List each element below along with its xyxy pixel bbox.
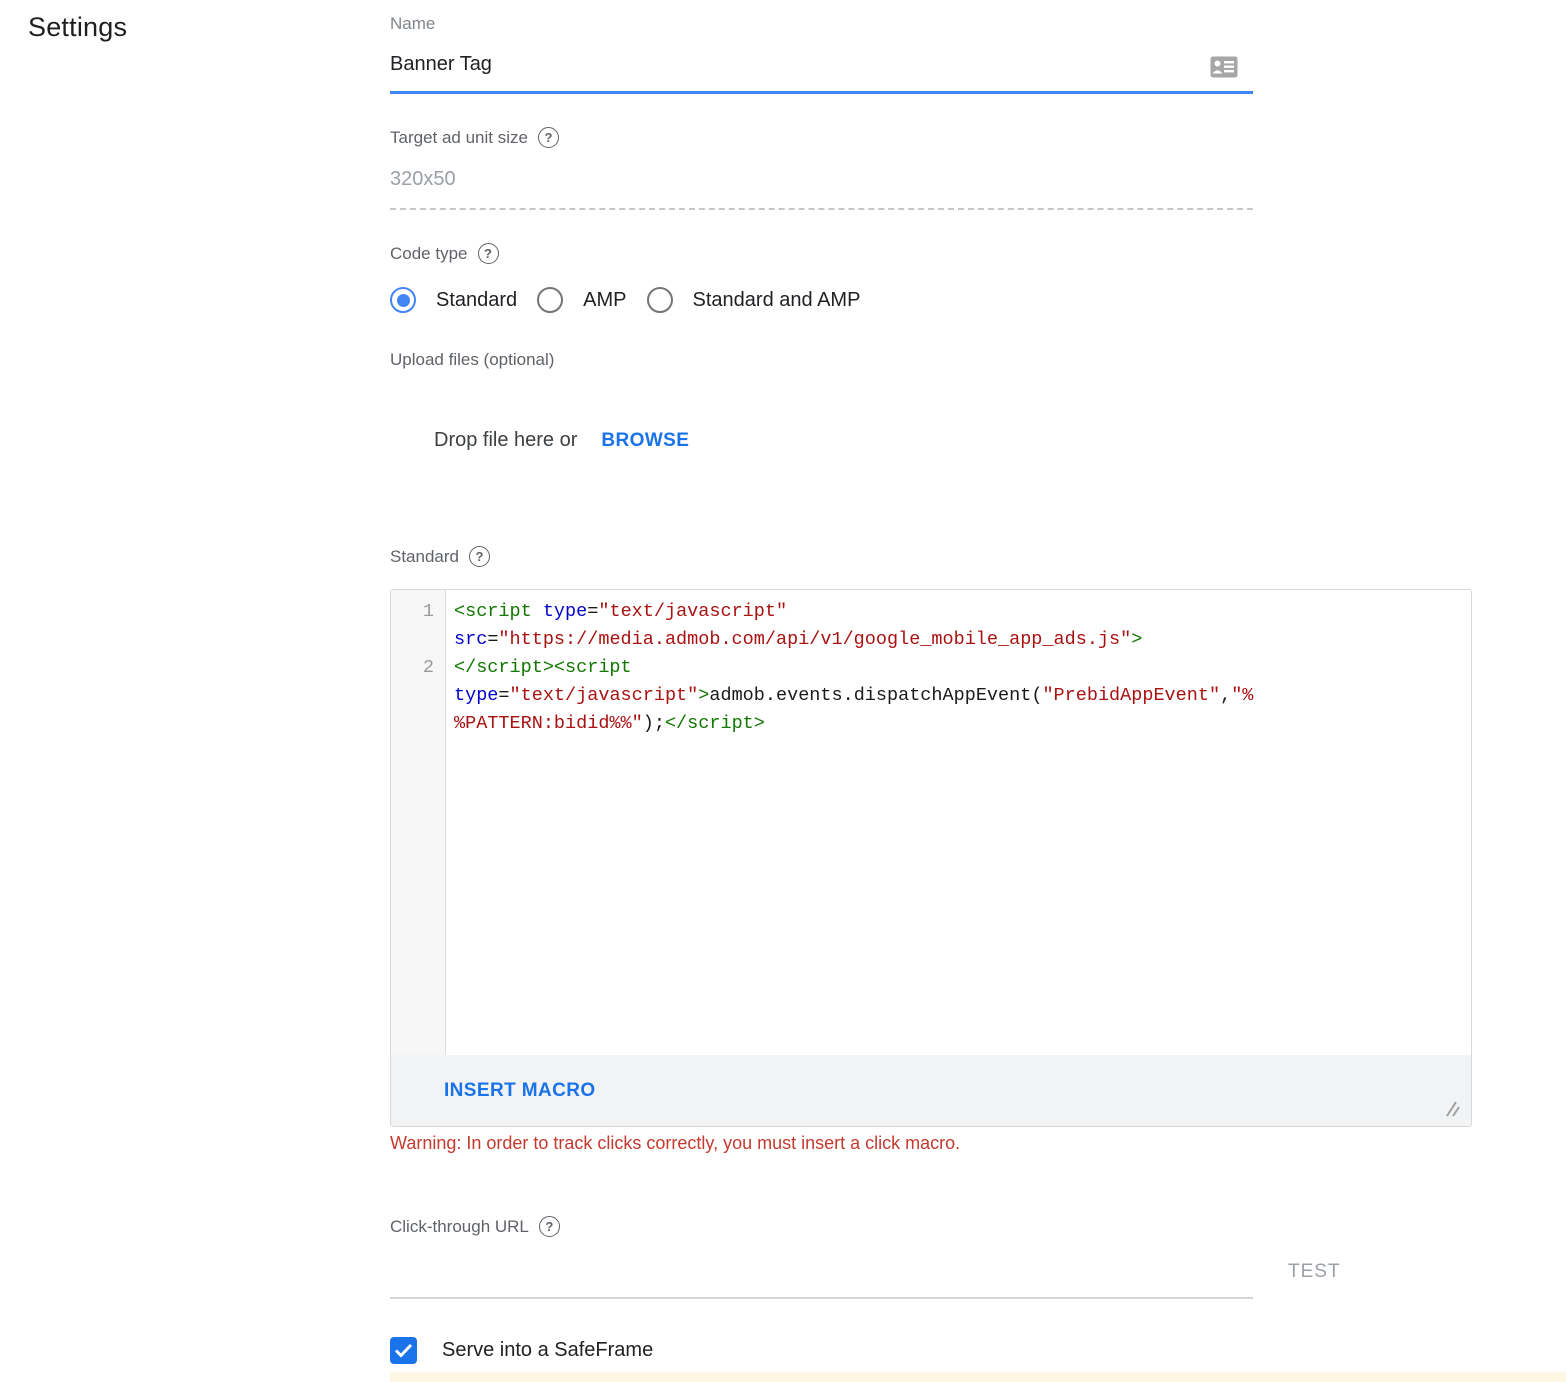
standard-label-row: Standard ? <box>390 546 490 567</box>
safeframe-label: Serve into a SafeFrame <box>442 1339 653 1362</box>
target-size-label: Target ad unit size <box>390 128 528 148</box>
checkmark-icon <box>394 1343 413 1358</box>
radio-button-icon <box>390 287 416 313</box>
code-editor-textarea[interactable]: 1<script type="text/javascript"src="http… <box>391 590 1471 1055</box>
help-icon[interactable]: ? <box>478 243 499 264</box>
page-title: Settings <box>28 12 127 43</box>
name-input-underline <box>390 91 1253 94</box>
radio-amp-label: AMP <box>583 289 626 312</box>
help-icon[interactable]: ? <box>538 127 559 148</box>
settings-page: Settings Name Banner Tag Target ad unit … <box>0 0 1566 1382</box>
code-content[interactable]: 1<script type="text/javascript"src="http… <box>391 590 1471 738</box>
code-editor: 1<script type="text/javascript"src="http… <box>390 589 1472 1127</box>
contact-card-icon[interactable] <box>1210 56 1238 78</box>
test-button[interactable]: TEST <box>1288 1261 1341 1283</box>
click-url-input[interactable] <box>390 1297 1253 1299</box>
radio-standard-and-amp-label: Standard and AMP <box>693 289 861 312</box>
safeframe-checkbox[interactable] <box>390 1337 417 1364</box>
target-size-label-row: Target ad unit size ? <box>390 127 559 148</box>
code-type-label: Code type <box>390 244 468 264</box>
file-drop-zone[interactable]: Drop file here or BROWSE <box>390 429 689 452</box>
click-macro-warning: Warning: In order to track clicks correc… <box>390 1133 960 1154</box>
resize-handle-icon[interactable] <box>1443 1099 1463 1119</box>
insert-macro-button[interactable]: INSERT MACRO <box>444 1080 596 1102</box>
code-editor-footer: INSERT MACRO <box>391 1055 1471 1127</box>
radio-standard[interactable]: Standard <box>390 287 517 313</box>
code-type-radio-group: Standard AMP Standard and AMP <box>390 287 880 313</box>
settings-form: Name Banner Tag Target ad unit size ? 32… <box>390 0 1472 1382</box>
radio-standard-label: Standard <box>436 289 517 312</box>
radio-button-icon <box>647 287 673 313</box>
target-size-underline <box>390 208 1253 210</box>
drop-file-text: Drop file here or <box>434 429 577 452</box>
radio-button-icon <box>537 287 563 313</box>
upload-files-label: Upload files (optional) <box>390 350 554 370</box>
radio-standard-and-amp[interactable]: Standard and AMP <box>647 287 861 313</box>
radio-amp[interactable]: AMP <box>537 287 626 313</box>
name-input[interactable]: Banner Tag <box>390 53 492 76</box>
target-size-value: 320x50 <box>390 168 456 191</box>
standard-label: Standard <box>390 547 459 567</box>
code-type-label-row: Code type ? <box>390 243 499 264</box>
click-url-label-row: Click-through URL ? <box>390 1216 560 1237</box>
name-label: Name <box>390 14 435 34</box>
safeframe-row: Serve into a SafeFrame <box>390 1337 653 1364</box>
notice-bar <box>390 1372 1566 1382</box>
help-icon[interactable]: ? <box>469 546 490 567</box>
help-icon[interactable]: ? <box>539 1216 560 1237</box>
browse-button[interactable]: BROWSE <box>601 430 689 452</box>
click-url-label: Click-through URL <box>390 1217 529 1237</box>
